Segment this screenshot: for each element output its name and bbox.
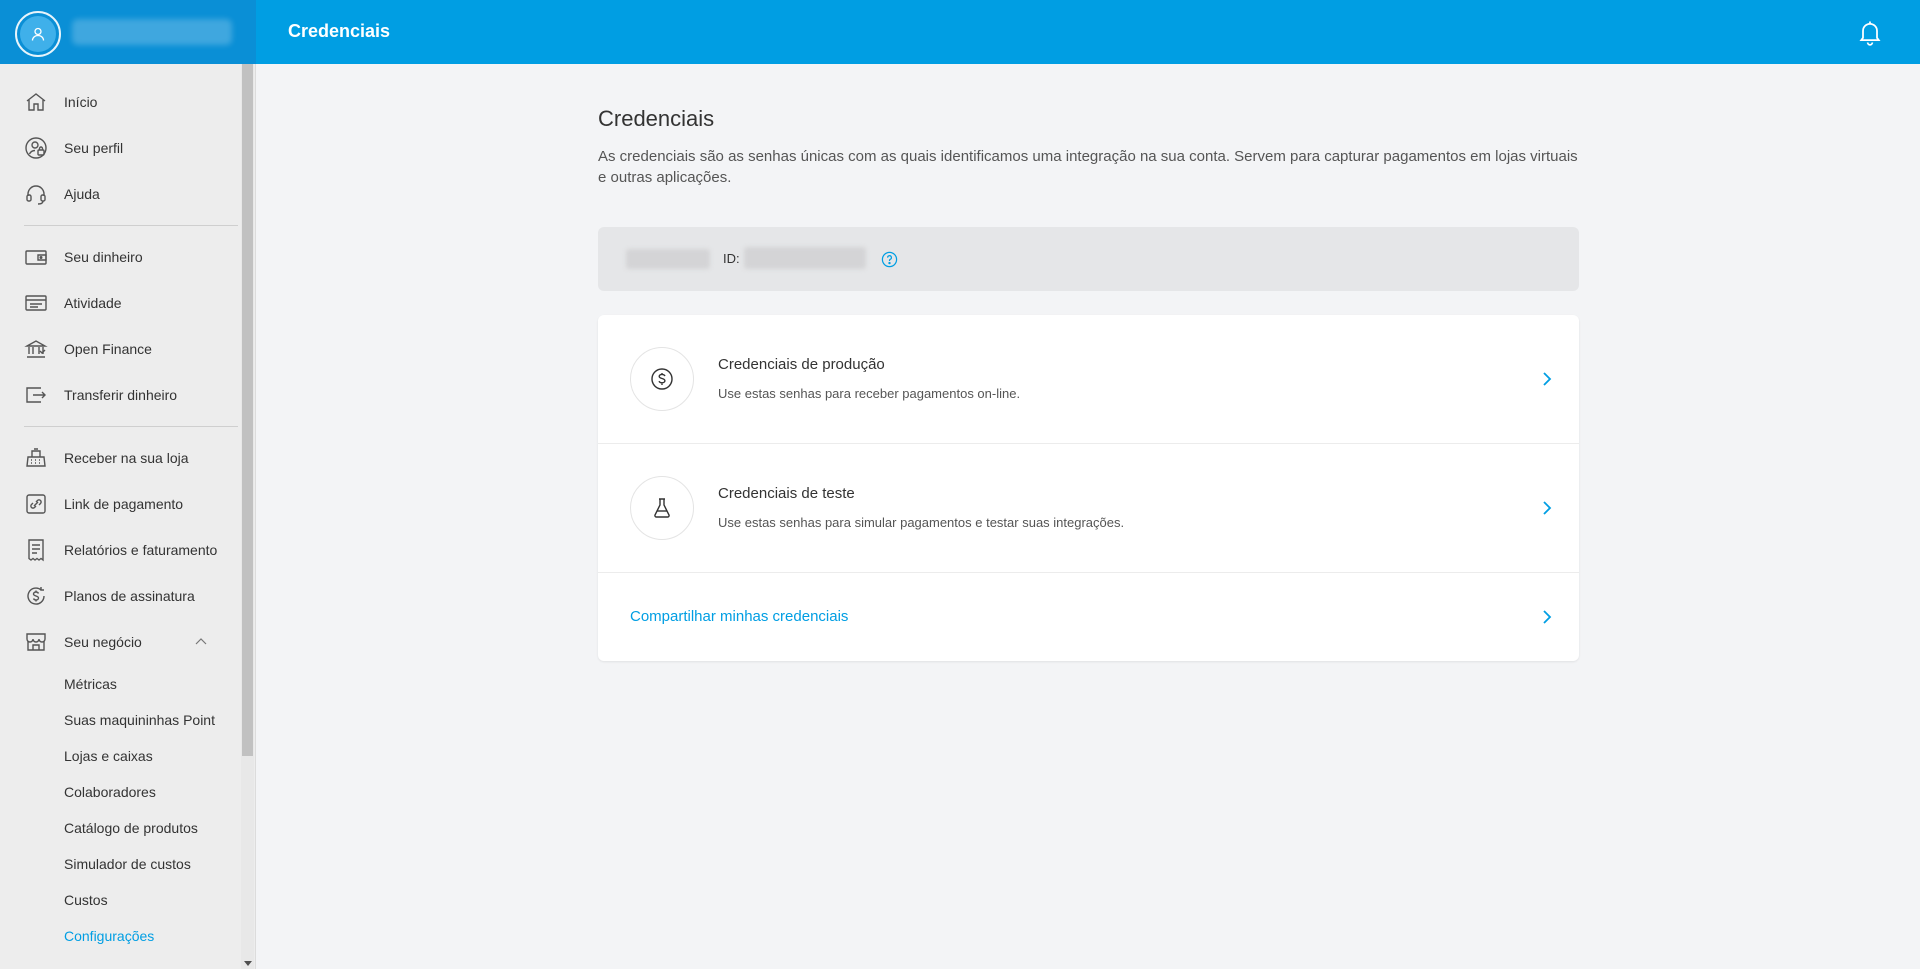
account-id-bar: ID: xyxy=(598,227,1579,291)
sidebar-item-label: Transferir dinheiro xyxy=(64,387,178,403)
home-icon xyxy=(23,89,49,115)
sidebar-item-label: Atividade xyxy=(64,295,122,311)
test-credentials-title: Credenciais de teste xyxy=(718,485,855,502)
production-credentials-text: Use estas senhas para receber pagamentos… xyxy=(718,386,1021,401)
sidebar-item-label: Início xyxy=(64,94,98,110)
redacted-account-id xyxy=(744,247,866,269)
sidebar-item-label: Link de pagamento xyxy=(64,496,184,512)
main-content: Credenciais As credenciais são as senhas… xyxy=(256,64,1920,969)
headset-icon xyxy=(23,181,49,207)
chevron-right-icon[interactable] xyxy=(1540,370,1554,388)
chevron-right-icon[interactable] xyxy=(1540,608,1554,626)
dollar-icon xyxy=(630,347,694,411)
share-credentials-row[interactable]: Compartilhar minhas credenciais xyxy=(598,573,1579,661)
id-label: ID: xyxy=(723,251,740,266)
sidebar-divider xyxy=(24,426,238,427)
transfer-icon xyxy=(23,382,49,408)
sidebar-item-atividade[interactable]: Atividade xyxy=(0,283,240,323)
subscription-icon xyxy=(23,583,49,609)
sidebar-item-label: Planos de assinatura xyxy=(64,588,195,604)
share-credentials-link[interactable]: Compartilhar minhas credenciais xyxy=(630,608,848,625)
sidebar-subitem-metricas[interactable]: Métricas xyxy=(64,676,117,692)
sidebar-subitem-colaboradores[interactable]: Colaboradores xyxy=(64,784,156,800)
help-icon[interactable] xyxy=(881,251,898,268)
sidebar-item-relatorios-e-faturamento[interactable]: Relatórios e faturamento xyxy=(0,530,240,570)
cash-register-icon xyxy=(23,445,49,471)
sidebar-item-seu-dinheiro[interactable]: Seu dinheiro xyxy=(0,237,240,277)
user-icon xyxy=(31,27,45,41)
test-credentials-text: Use estas senhas para simular pagamentos… xyxy=(718,515,1125,530)
sidebar-subitem-custos[interactable]: Custos xyxy=(64,892,108,908)
top-bar: Credenciais xyxy=(0,0,1920,64)
bank-icon xyxy=(23,336,49,362)
page-title: Credenciais xyxy=(598,106,715,131)
credentials-card: Credenciais de produção Use estas senhas… xyxy=(598,315,1579,661)
redacted-account-name xyxy=(626,249,710,269)
production-credentials-title: Credenciais de produção xyxy=(718,356,885,373)
header-title: Credenciais xyxy=(288,21,391,41)
sidebar-item-label: Receber na sua loja xyxy=(64,450,189,466)
sidebar-item-label: Relatórios e faturamento xyxy=(64,542,218,558)
sidebar-subitem-catalogo-de-produtos[interactable]: Catálogo de produtos xyxy=(64,820,198,836)
receipt-icon xyxy=(23,537,49,563)
sidebar-item-label: Seu negócio xyxy=(64,634,142,650)
sidebar-subitem-maquininhas-point[interactable]: Suas maquininhas Point xyxy=(64,712,215,728)
activity-icon xyxy=(23,290,49,316)
profile-icon xyxy=(23,135,49,161)
scrollbar-thumb[interactable] xyxy=(242,64,253,756)
chevron-right-icon[interactable] xyxy=(1540,499,1554,517)
sidebar-subitem-configuracoes[interactable]: Configurações xyxy=(64,928,154,944)
sidebar-scrollbar[interactable] xyxy=(241,64,254,969)
sidebar: Início Seu perfil Ajuda Seu dinheiro Ati… xyxy=(0,64,256,969)
sidebar-item-label: Ajuda xyxy=(64,186,100,202)
sidebar-divider xyxy=(24,225,238,226)
sidebar-item-link-de-pagamento[interactable]: Link de pagamento xyxy=(0,484,240,524)
test-credentials-row[interactable]: Credenciais de teste Use estas senhas pa… xyxy=(598,444,1579,572)
user-name xyxy=(72,19,232,45)
sidebar-subitem-lojas-e-caixas[interactable]: Lojas e caixas xyxy=(64,748,153,764)
production-credentials-row[interactable]: Credenciais de produção Use estas senhas… xyxy=(598,315,1579,443)
sidebar-item-seu-perfil[interactable]: Seu perfil xyxy=(0,128,240,168)
bell-icon[interactable] xyxy=(1856,18,1884,46)
sidebar-item-seu-negocio[interactable]: Seu negócio xyxy=(0,622,240,662)
sidebar-item-ajuda[interactable]: Ajuda xyxy=(0,174,240,214)
sidebar-item-transferir-dinheiro[interactable]: Transferir dinheiro xyxy=(0,375,240,415)
sidebar-item-planos-de-assinatura[interactable]: Planos de assinatura xyxy=(0,576,240,616)
sidebar-subitem-simulador-de-custos[interactable]: Simulador de custos xyxy=(64,856,191,872)
sidebar-item-label: Seu dinheiro xyxy=(64,249,143,265)
user-menu[interactable] xyxy=(0,0,256,64)
chevron-up-icon[interactable] xyxy=(194,635,208,649)
store-icon xyxy=(23,629,49,655)
page-description: As credenciais são as senhas únicas com … xyxy=(598,148,1578,186)
link-icon xyxy=(23,491,49,517)
scroll-down-arrow-icon[interactable] xyxy=(244,961,252,966)
sidebar-item-label: Open Finance xyxy=(64,341,152,357)
wallet-icon xyxy=(23,244,49,270)
flask-icon xyxy=(630,476,694,540)
sidebar-item-open-finance[interactable]: Open Finance xyxy=(0,329,240,369)
sidebar-item-receber-na-sua-loja[interactable]: Receber na sua loja xyxy=(0,438,240,478)
avatar[interactable] xyxy=(15,11,61,57)
sidebar-item-label: Seu perfil xyxy=(64,140,124,156)
sidebar-item-inicio[interactable]: Início xyxy=(0,82,240,122)
